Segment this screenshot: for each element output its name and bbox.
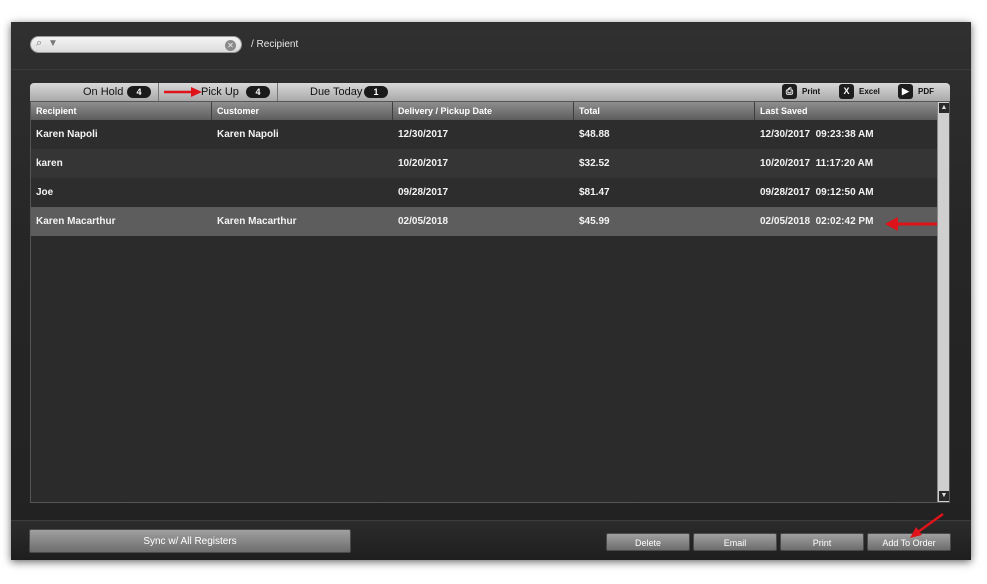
app-window: ⌕ ▼ ✕ / Recipient On Hold 4 Pick Up 4 Du… (11, 22, 971, 560)
sync-registers-button[interactable]: Sync w/ All Registers (29, 529, 351, 553)
table-header: Recipient Customer Delivery / Pickup Dat… (31, 102, 937, 120)
cell-customer: Karen Macarthur (217, 216, 297, 227)
table-row[interactable]: Karen Napoli Karen Napoli 12/30/2017 $48… (31, 120, 937, 149)
tab-label: On Hold (83, 86, 124, 98)
column-header-recipient[interactable]: Recipient (31, 102, 212, 120)
print-button[interactable]: Print (780, 533, 864, 551)
cell-recipient: Karen Macarthur (36, 216, 116, 227)
excel-icon: X (839, 84, 854, 99)
cell-date: 09/28/2017 (398, 187, 449, 198)
scroll-down-icon[interactable]: ▼ (939, 491, 949, 501)
recipient-table: Recipient Customer Delivery / Pickup Dat… (30, 101, 950, 503)
email-button[interactable]: Email (693, 533, 777, 551)
scroll-up-icon[interactable]: ▲ (939, 103, 949, 113)
print-export-label: Print (802, 87, 821, 96)
search-input[interactable] (61, 38, 221, 52)
print-export-button[interactable]: ⎙ Print (782, 83, 832, 101)
filter-icon[interactable]: ▼ (48, 38, 58, 49)
column-header-last-saved[interactable]: Last Saved (755, 102, 937, 120)
top-bar: ⌕ ▼ ✕ / Recipient (11, 22, 971, 70)
cell-total: $45.99 (579, 216, 610, 227)
vertical-scrollbar[interactable]: ▲ ▼ (937, 102, 949, 502)
count-badge: 4 (246, 86, 270, 98)
annotation-arrow-right (164, 87, 202, 97)
column-header-customer[interactable]: Customer (212, 102, 393, 120)
column-header-total[interactable]: Total (574, 102, 755, 120)
bottom-toolbar: Sync w/ All Registers Delete Email Print… (11, 520, 971, 560)
count-badge: 1 (364, 86, 388, 98)
tab-label: Due Today (310, 86, 363, 98)
table-row-selected[interactable]: Karen Macarthur Karen Macarthur 02/05/20… (31, 207, 937, 236)
cell-customer (212, 149, 217, 178)
cell-customer (212, 178, 217, 207)
pdf-export-button[interactable]: ▶ PDF (898, 83, 948, 101)
search-icon: ⌕ (36, 37, 43, 49)
cell-last-saved: 10/20/2017 11:17:20 AM (760, 158, 874, 169)
cell-date: 02/05/2018 (398, 216, 449, 227)
annotation-arrow-left (885, 217, 937, 231)
annotation-arrow-diagonal (910, 512, 944, 538)
cell-recipient: Joe (36, 187, 54, 198)
cell-last-saved: 12/30/2017 09:23:38 AM (760, 129, 874, 140)
cell-recipient: karen (36, 158, 63, 169)
cell-total: $81.47 (579, 187, 610, 198)
cell-recipient: Karen Napoli (36, 129, 98, 140)
cell-total: $32.52 (579, 158, 610, 169)
tab-on-hold[interactable]: On Hold 4 (30, 83, 159, 101)
cell-last-saved: 02/05/2018 02:02:42 PM (760, 216, 874, 227)
search-box[interactable]: ⌕ ▼ ✕ (30, 36, 242, 53)
cell-total: $48.88 (579, 129, 610, 140)
cell-last-saved: 09/28/2017 09:12:50 AM (760, 187, 874, 198)
delete-button[interactable]: Delete (606, 533, 690, 551)
column-header-date[interactable]: Delivery / Pickup Date (393, 102, 574, 120)
table-row[interactable]: karen 10/20/2017 $32.52 10/20/2017 11:17… (31, 149, 937, 178)
tab-due-today[interactable]: Due Today 1 (278, 83, 398, 101)
table-row[interactable]: Joe 09/28/2017 $81.47 09/28/2017 09:12:5… (31, 178, 937, 207)
breadcrumb: / Recipient (251, 39, 299, 50)
cell-customer: Karen Napoli (217, 129, 279, 140)
excel-export-label: Excel (859, 87, 880, 96)
pdf-icon: ▶ (898, 84, 913, 99)
printer-icon: ⎙ (782, 84, 797, 99)
tab-label: Pick Up (201, 86, 239, 98)
pdf-export-label: PDF (918, 87, 934, 96)
cell-date: 10/20/2017 (398, 158, 449, 169)
excel-export-button[interactable]: X Excel (839, 83, 889, 101)
count-badge: 4 (127, 86, 151, 98)
clear-search-icon[interactable]: ✕ (225, 40, 236, 51)
cell-date: 12/30/2017 (398, 129, 449, 140)
